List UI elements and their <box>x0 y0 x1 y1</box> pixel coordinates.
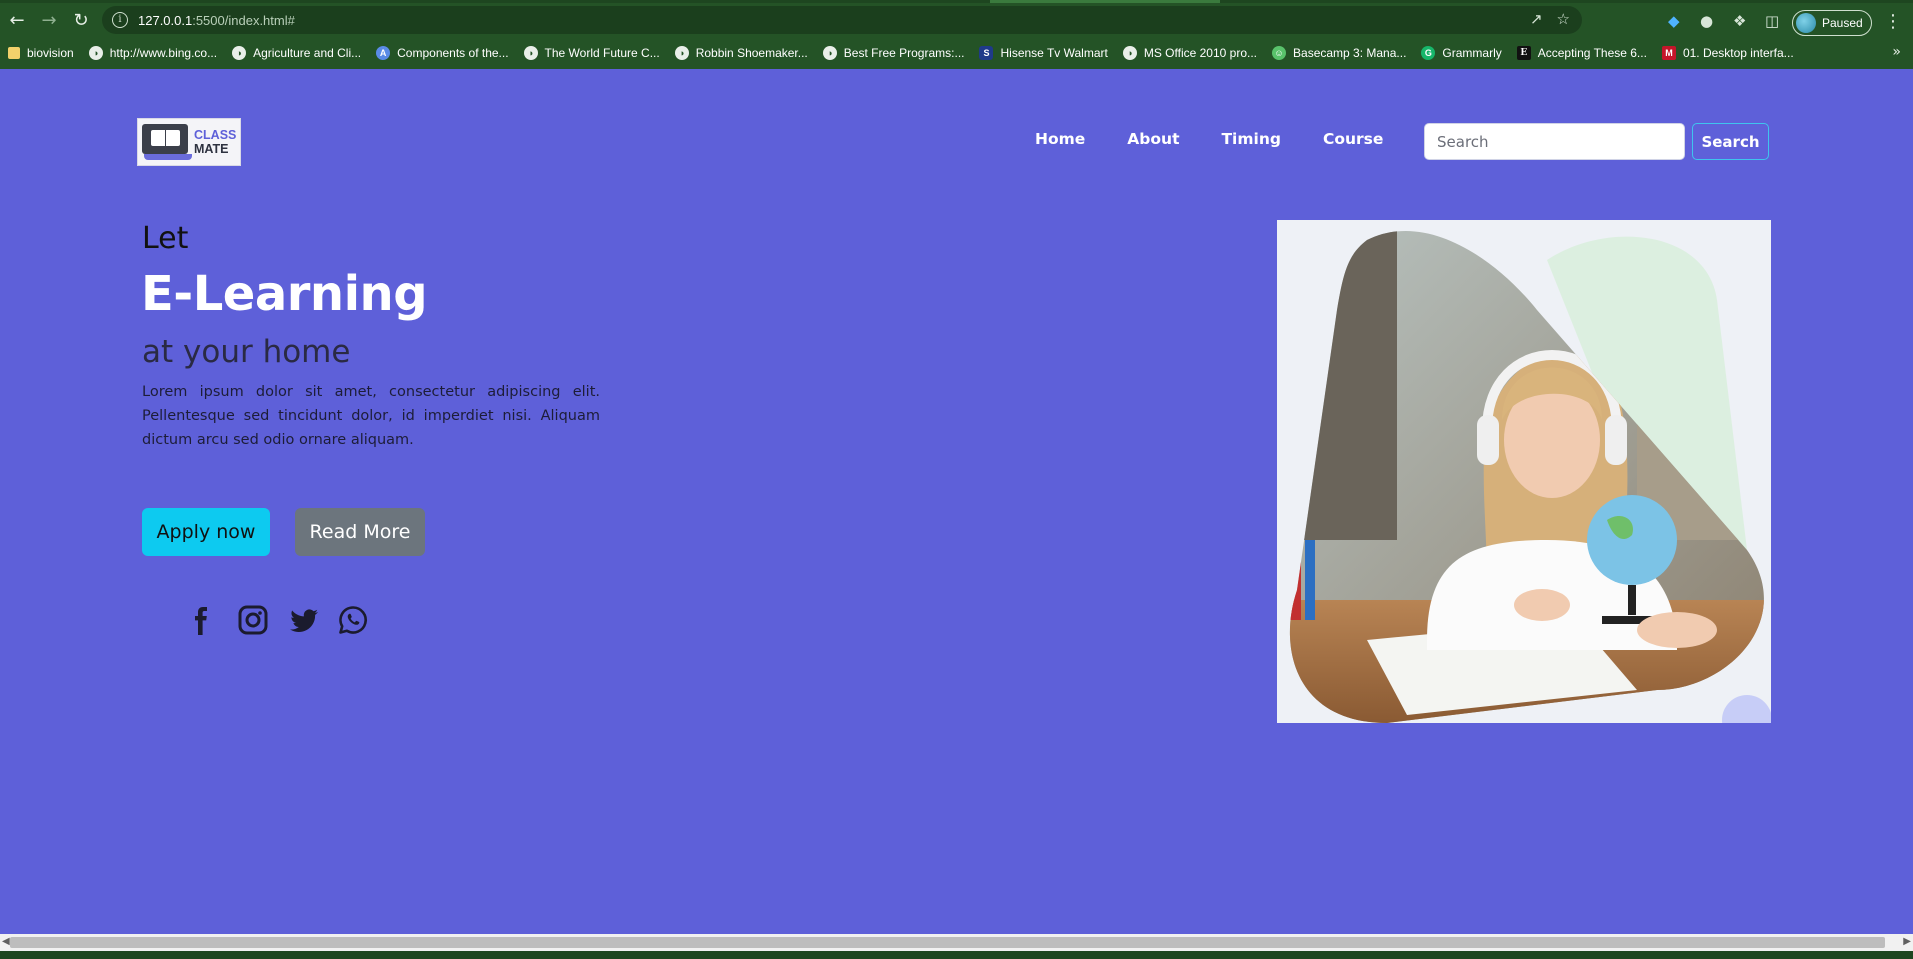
scroll-right-icon[interactable]: ▶ <box>1903 936 1911 947</box>
bookmark-label: Best Free Programs:... <box>843 46 965 60</box>
globe-icon: ◑ <box>88 46 103 60</box>
hero-image <box>1277 220 1771 723</box>
bookmark-label: Grammarly <box>1442 46 1502 60</box>
bookmark-label: Basecamp 3: Mana... <box>1293 46 1407 60</box>
bookmark-item[interactable]: ◑ http://www.bing.co... <box>88 46 218 60</box>
hero-subtitle: at your home <box>142 334 351 370</box>
instagram-icon[interactable] <box>237 603 269 637</box>
bookmark-label: biovision <box>27 46 74 60</box>
social-links <box>187 603 369 637</box>
logo-text-line1: CLASS <box>194 128 237 142</box>
bookmark-label: http://www.bing.co... <box>109 46 218 60</box>
s-icon: S <box>979 46 994 60</box>
scrollbar-thumb[interactable] <box>10 937 1885 948</box>
bookmark-label: 01. Desktop interfa... <box>1682 46 1794 60</box>
nav-timing[interactable]: Timing <box>1221 130 1280 148</box>
twitter-icon[interactable] <box>287 603 319 637</box>
reload-icon[interactable]: ↻ <box>66 5 96 35</box>
bookmark-item[interactable]: ☺ Basecamp 3: Mana... <box>1272 46 1406 60</box>
bookmark-item[interactable]: G Grammarly <box>1421 46 1502 60</box>
site-logo[interactable]: CLASS MATE <box>137 118 241 166</box>
bookmark-label: Robbin Shoemaker... <box>695 46 808 60</box>
folder-icon <box>8 47 20 59</box>
url-path: :5500/index.html# <box>192 12 295 28</box>
extensions-puzzle-icon[interactable]: ❖ <box>1733 12 1746 30</box>
hero-title: E-Learning <box>141 266 428 322</box>
m-icon: M <box>1661 46 1676 60</box>
side-panel-icon[interactable]: ◫ <box>1765 12 1779 30</box>
logo-text-line2: MATE <box>194 142 229 156</box>
apply-now-button[interactable]: Apply now <box>142 508 270 556</box>
bookmarks-bar: biovision ◑ http://www.bing.co... ◑ Agricu… <box>0 37 1913 69</box>
profile-button[interactable]: Paused <box>1792 10 1872 36</box>
url-text[interactable]: 127.0.0.1:5500/index.html# <box>138 13 295 28</box>
globe-icon: ◑ <box>822 46 837 60</box>
bookmark-item[interactable]: ◑ Robbin Shoemaker... <box>674 46 808 60</box>
bookmark-label: Hisense Tv Walmart <box>1000 46 1108 60</box>
hero-kicker: Let <box>142 221 189 256</box>
browser-menu-icon[interactable]: ⋮ <box>1884 11 1902 32</box>
nav-about[interactable]: About <box>1127 130 1179 148</box>
profile-status: Paused <box>1822 16 1863 30</box>
read-more-button[interactable]: Read More <box>295 508 425 556</box>
bookmark-label: Agriculture and Cli... <box>253 46 362 60</box>
book-laptop-icon <box>142 124 192 160</box>
bookmark-item[interactable]: ◑ Agriculture and Cli... <box>232 46 361 60</box>
globe-icon: ◑ <box>523 46 538 60</box>
bookmark-label: MS Office 2010 pro... <box>1143 46 1258 60</box>
bookmark-item[interactable]: M 01. Desktop interfa... <box>1661 46 1794 60</box>
bookmark-label: Accepting These 6... <box>1537 46 1647 60</box>
address-bar[interactable]: i 127.0.0.1:5500/index.html# ↗ ☆ <box>102 6 1582 34</box>
basecamp-icon: ☺ <box>1272 46 1287 60</box>
avatar <box>1796 13 1816 33</box>
extension-drop-icon[interactable]: ● <box>1700 12 1713 30</box>
globe-icon: ◑ <box>232 46 247 60</box>
extension-diamond-icon[interactable]: ◆ <box>1668 12 1680 30</box>
bookmark-item[interactable]: S Hisense Tv Walmart <box>979 46 1108 60</box>
share-icon[interactable]: ↗ <box>1530 10 1543 28</box>
back-icon[interactable]: ← <box>2 5 32 35</box>
facebook-icon[interactable] <box>187 603 219 637</box>
site-info-icon[interactable]: i <box>112 12 128 28</box>
browser-toolbar: ← → ↻ i 127.0.0.1:5500/index.html# ↗ ☆ ◆… <box>0 3 1913 37</box>
bookmark-label: Components of the... <box>397 46 509 60</box>
search-button[interactable]: Search <box>1692 123 1769 160</box>
scroll-left-icon[interactable]: ◀ <box>2 936 10 947</box>
main-nav: Home About Timing Course <box>1035 130 1383 148</box>
bookmark-item[interactable]: A Components of the... <box>376 46 509 60</box>
a-icon: A <box>376 46 391 60</box>
globe-icon: ◑ <box>1122 46 1137 60</box>
bookmark-item[interactable]: ◑ MS Office 2010 pro... <box>1122 46 1258 60</box>
window-bottom-edge <box>0 951 1913 959</box>
bookmark-item[interactable]: biovision <box>8 46 74 60</box>
bookmark-item[interactable]: E Accepting These 6... <box>1516 46 1647 60</box>
bookmark-star-icon[interactable]: ☆ <box>1557 10 1570 28</box>
search-input[interactable] <box>1424 123 1685 160</box>
url-host: 127.0.0.1 <box>138 12 193 28</box>
grammarly-icon: G <box>1421 46 1436 60</box>
e-icon: E <box>1516 46 1531 60</box>
bookmark-item[interactable]: ◑ Best Free Programs:... <box>822 46 965 60</box>
more-bookmarks-icon[interactable]: » <box>1892 44 1901 60</box>
whatsapp-icon[interactable] <box>337 603 369 637</box>
nav-home[interactable]: Home <box>1035 130 1085 148</box>
nav-course[interactable]: Course <box>1323 130 1383 148</box>
bookmark-item[interactable]: ◑ The World Future C... <box>523 46 660 60</box>
bookmark-label: The World Future C... <box>544 46 660 60</box>
horizontal-scrollbar[interactable]: ◀ ▶ <box>0 934 1913 951</box>
forward-icon[interactable]: → <box>34 5 64 35</box>
globe-icon: ◑ <box>674 46 689 60</box>
hero-paragraph: Lorem ipsum dolor sit amet, consectetur … <box>142 384 600 448</box>
